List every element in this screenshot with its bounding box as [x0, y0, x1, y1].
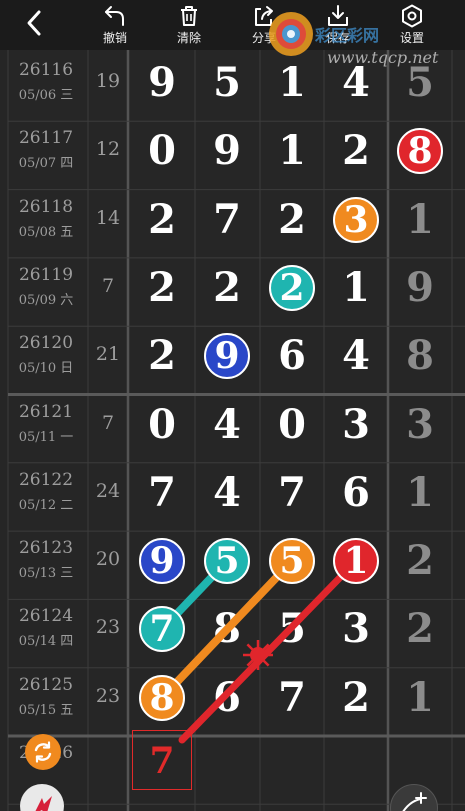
undo-label: 撤销: [102, 31, 127, 45]
highlight-ball[interactable]: 5: [204, 538, 250, 585]
highlight-ball-value: 9: [149, 540, 175, 583]
trash-icon: [181, 6, 197, 26]
clear-label: 清除: [176, 31, 201, 45]
share-label: 分享: [251, 31, 276, 45]
refresh-button[interactable]: [25, 734, 61, 770]
highlight-ball[interactable]: 8: [139, 674, 185, 721]
toolbar: 撤销 清除 分享 保存 设置: [0, 0, 465, 50]
highlight-ball[interactable]: 9: [139, 538, 185, 585]
share-button[interactable]: 分享: [236, 0, 292, 50]
highlight-ball-value: 5: [279, 540, 305, 583]
highlight-ball-value: 2: [279, 266, 305, 309]
undo-button[interactable]: 撤销: [87, 0, 143, 50]
refresh-icon: [34, 741, 52, 763]
chevron-left-icon: [27, 10, 41, 36]
save-button[interactable]: 保存: [310, 0, 366, 50]
settings-hexagon-icon: [402, 4, 422, 28]
highlight-ball[interactable]: 7: [139, 606, 185, 653]
highlight-ball[interactable]: 1: [333, 538, 379, 585]
add-line-icon: [402, 792, 427, 811]
highlight-ball-value: 1: [343, 540, 369, 583]
highlight-ball[interactable]: 9: [204, 333, 250, 380]
highlight-ball[interactable]: 5: [269, 538, 315, 585]
highlight-ball-value: 5: [214, 540, 240, 583]
highlight-ball[interactable]: 2: [269, 264, 315, 311]
undo-icon: [105, 6, 124, 26]
add-line-button[interactable]: [390, 784, 438, 811]
highlight-ball[interactable]: 3: [333, 196, 379, 243]
save-label: 保存: [325, 31, 350, 45]
highlight-ball-value: 8: [407, 130, 433, 173]
highlight-ball-value: 9: [214, 335, 240, 378]
highlight-ball-value: 7: [149, 608, 175, 651]
back-button[interactable]: [18, 6, 52, 40]
highlight-ball[interactable]: 8: [397, 128, 443, 175]
selection-cell[interactable]: 7: [132, 730, 192, 790]
clear-button[interactable]: 清除: [161, 0, 217, 50]
settings-button[interactable]: 设置: [384, 0, 440, 50]
highlight-ball-value: 8: [149, 676, 175, 719]
highlight-balls: 8329955178: [0, 0, 465, 811]
highlight-ball-value: 3: [343, 198, 369, 241]
selection-cell-value: 7: [149, 740, 175, 782]
download-icon: [328, 5, 348, 26]
settings-label: 设置: [399, 31, 424, 45]
share-icon: [255, 6, 273, 26]
